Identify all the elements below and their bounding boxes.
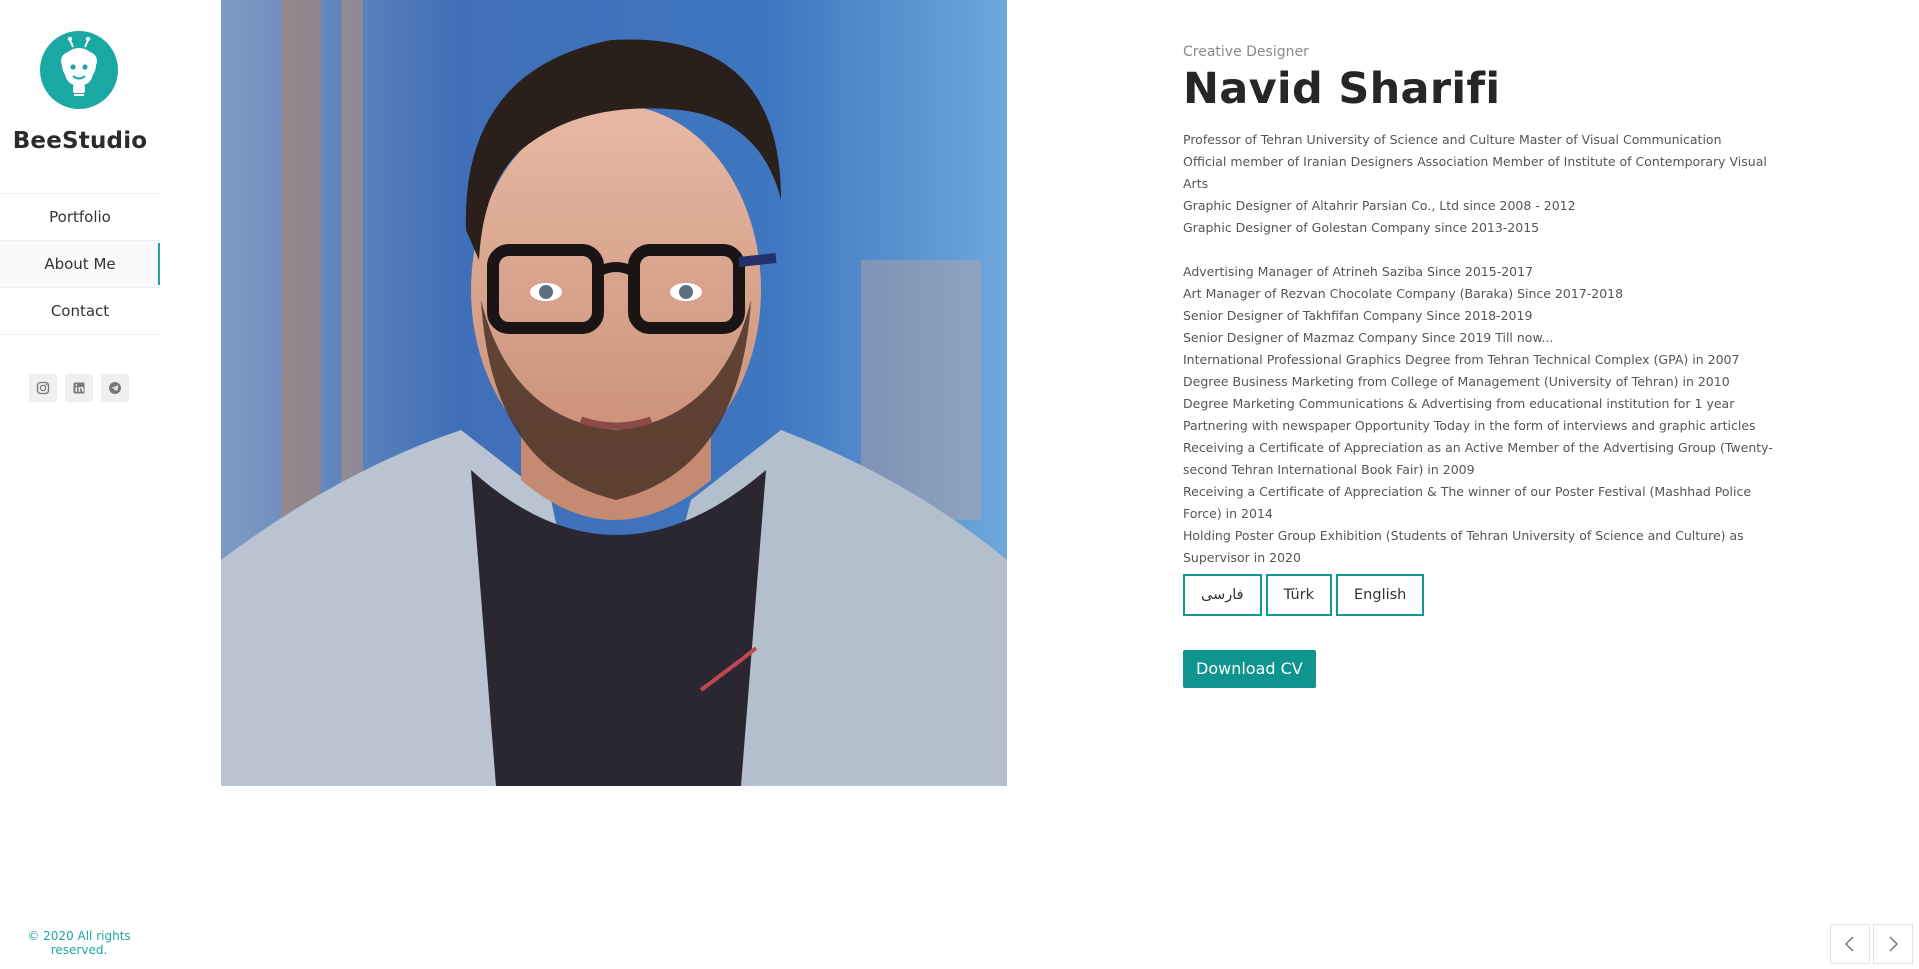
main-nav: Portfolio About Me Contact [0, 193, 160, 335]
bio-line: Degree Marketing Communications & Advert… [1183, 396, 1735, 411]
bio-line: Senior Designer of Takhfifan Company Sin… [1183, 308, 1533, 323]
bio-line: Partnering with newspaper Opportunity To… [1183, 418, 1756, 433]
instagram-icon[interactable] [29, 374, 57, 402]
role-subtitle: Creative Designer [1183, 44, 1309, 60]
bio-line: Receiving a Certificate of Appreciation … [1183, 440, 1773, 477]
chevron-right-icon [1889, 936, 1899, 952]
logo-icon[interactable] [40, 31, 118, 109]
bio: Professor of Tehran University of Scienc… [1183, 129, 1793, 569]
sidebar: BeeStudio Portfolio About Me Contact © 2… [0, 0, 160, 969]
nav-item-portfolio[interactable]: Portfolio [0, 193, 160, 240]
copyright-text: © 2020 All rights reserved. [27, 929, 131, 957]
download-cv-button[interactable]: Download CV [1183, 650, 1316, 688]
linkedin-icon[interactable] [65, 374, 93, 402]
bio-line: Art Manager of Rezvan Chocolate Company … [1183, 286, 1624, 301]
social-links [29, 374, 129, 402]
page-pager [1830, 924, 1913, 964]
language-button-turkish[interactable]: Türk [1265, 574, 1333, 616]
telegram-icon[interactable] [101, 374, 129, 402]
bio-line: Professor of Tehran University of Scienc… [1183, 132, 1722, 147]
language-button-english[interactable]: English [1336, 574, 1425, 616]
bio-line: Senior Designer of Mazmaz Company Since … [1183, 330, 1554, 345]
next-button[interactable] [1873, 924, 1913, 964]
previous-button[interactable] [1830, 924, 1870, 964]
bio-line: Degree Business Marketing from College o… [1183, 374, 1730, 389]
chevron-left-icon [1844, 936, 1854, 952]
nav-item-contact[interactable]: Contact [0, 287, 160, 335]
bio-line: Receiving a Certificate of Appreciation … [1183, 484, 1752, 521]
bio-line: Graphic Designer of Altahrir Parsian Co.… [1183, 198, 1576, 213]
bio-line: Holding Poster Group Exhibition (Student… [1183, 528, 1744, 565]
language-switcher: فارسی Türk English [1183, 574, 1425, 616]
bio-spacer [1183, 239, 1793, 261]
language-button-persian[interactable]: فارسی [1183, 574, 1262, 616]
person-name: Navid Sharifi [1183, 64, 1501, 114]
bio-line: Graphic Designer of Golestan Company sin… [1183, 220, 1540, 235]
bio-line: International Professional Graphics Degr… [1183, 352, 1740, 367]
nav-item-about-me[interactable]: About Me [0, 240, 160, 287]
bio-line: Advertising Manager of Atrineh Saziba Si… [1183, 264, 1534, 279]
profile-photo [221, 0, 1007, 786]
brand-name[interactable]: BeeStudio [0, 128, 160, 154]
bio-line: Official member of Iranian Designers Ass… [1183, 154, 1767, 191]
